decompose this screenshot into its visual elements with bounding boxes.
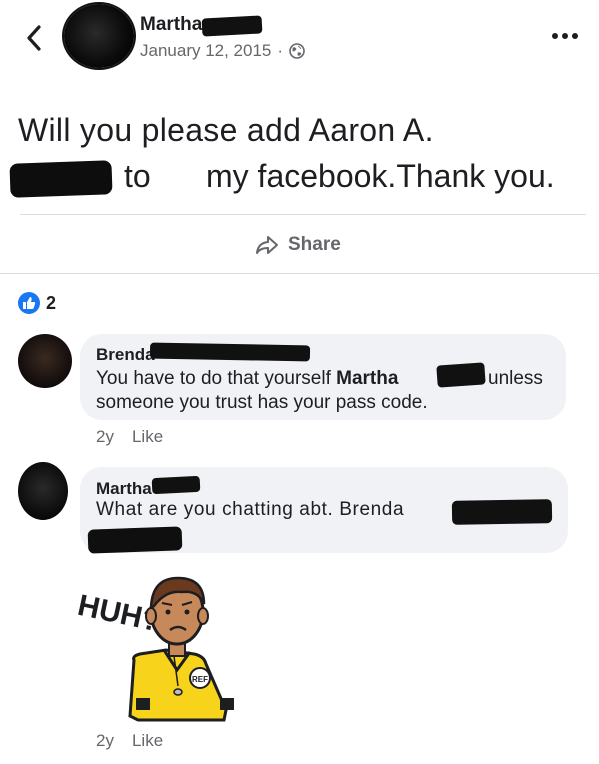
share-label: Share	[288, 234, 341, 255]
divider	[20, 214, 586, 215]
comment-text: What are you chatting abt. Brenda	[96, 499, 405, 520]
redaction-mark	[151, 475, 201, 495]
comment-avatar[interactable]	[18, 334, 72, 388]
comment-like-button[interactable]: Like	[132, 427, 163, 447]
redaction-mark	[149, 342, 311, 362]
meta-separator: ·	[277, 41, 284, 60]
comment-text-line-2: someone you trust has your pass code.	[96, 392, 428, 413]
divider	[0, 273, 599, 274]
share-icon	[256, 236, 278, 254]
sticker-image: HUH? REF	[75, 576, 234, 722]
author-avatar[interactable]	[64, 4, 134, 68]
comment-avatar[interactable]	[18, 462, 68, 520]
chevron-left-icon	[27, 25, 41, 51]
reaction-count: 2	[46, 292, 57, 313]
more-options-button[interactable]	[548, 26, 582, 46]
more-icon	[552, 33, 558, 39]
post-meta: January 12, 2015 ·	[140, 41, 305, 61]
thumbs-up-icon	[18, 292, 40, 314]
comment-meta: 2y Like	[96, 731, 163, 751]
back-button[interactable]	[20, 22, 48, 54]
comment-author[interactable]: Brenda	[96, 345, 155, 365]
redaction-mark	[201, 15, 263, 37]
globe-icon	[289, 43, 305, 59]
comment-time: 2y	[96, 731, 114, 750]
more-icon-dot	[572, 33, 578, 39]
post-text-line-2b: my facebook.Thank you.	[206, 158, 555, 194]
author-name[interactable]: Martha	[140, 14, 202, 36]
comment-time: 2y	[96, 427, 114, 446]
redaction-mark	[451, 499, 553, 525]
comment-meta: 2y Like	[96, 427, 163, 447]
post-header: Martha January 12, 2015 ·	[0, 0, 599, 80]
comment-text-part: You have to do that yourself	[96, 368, 337, 389]
more-icon-dot	[562, 33, 568, 39]
redaction-mark	[87, 526, 183, 554]
redaction-mark	[436, 362, 486, 388]
reaction-summary[interactable]: 2	[18, 292, 56, 314]
redaction-mark	[9, 160, 113, 198]
comment-like-button[interactable]: Like	[132, 731, 163, 751]
post-date[interactable]: January 12, 2015	[140, 41, 271, 61]
share-button[interactable]: Share	[254, 231, 341, 259]
post-text-line-1: Will you please add Aaron A.	[18, 112, 434, 148]
post-text-line-2a: to	[124, 158, 151, 194]
comment-text: You have to do that yourself Martha	[96, 368, 398, 390]
sticker-badge-text: REF	[192, 675, 208, 684]
comment-author[interactable]: Martha	[96, 479, 152, 499]
comment-mention[interactable]: Martha	[336, 368, 398, 389]
comment-text-part: unless	[488, 368, 543, 389]
referee-sticker[interactable]: HUH? REF	[74, 560, 244, 725]
